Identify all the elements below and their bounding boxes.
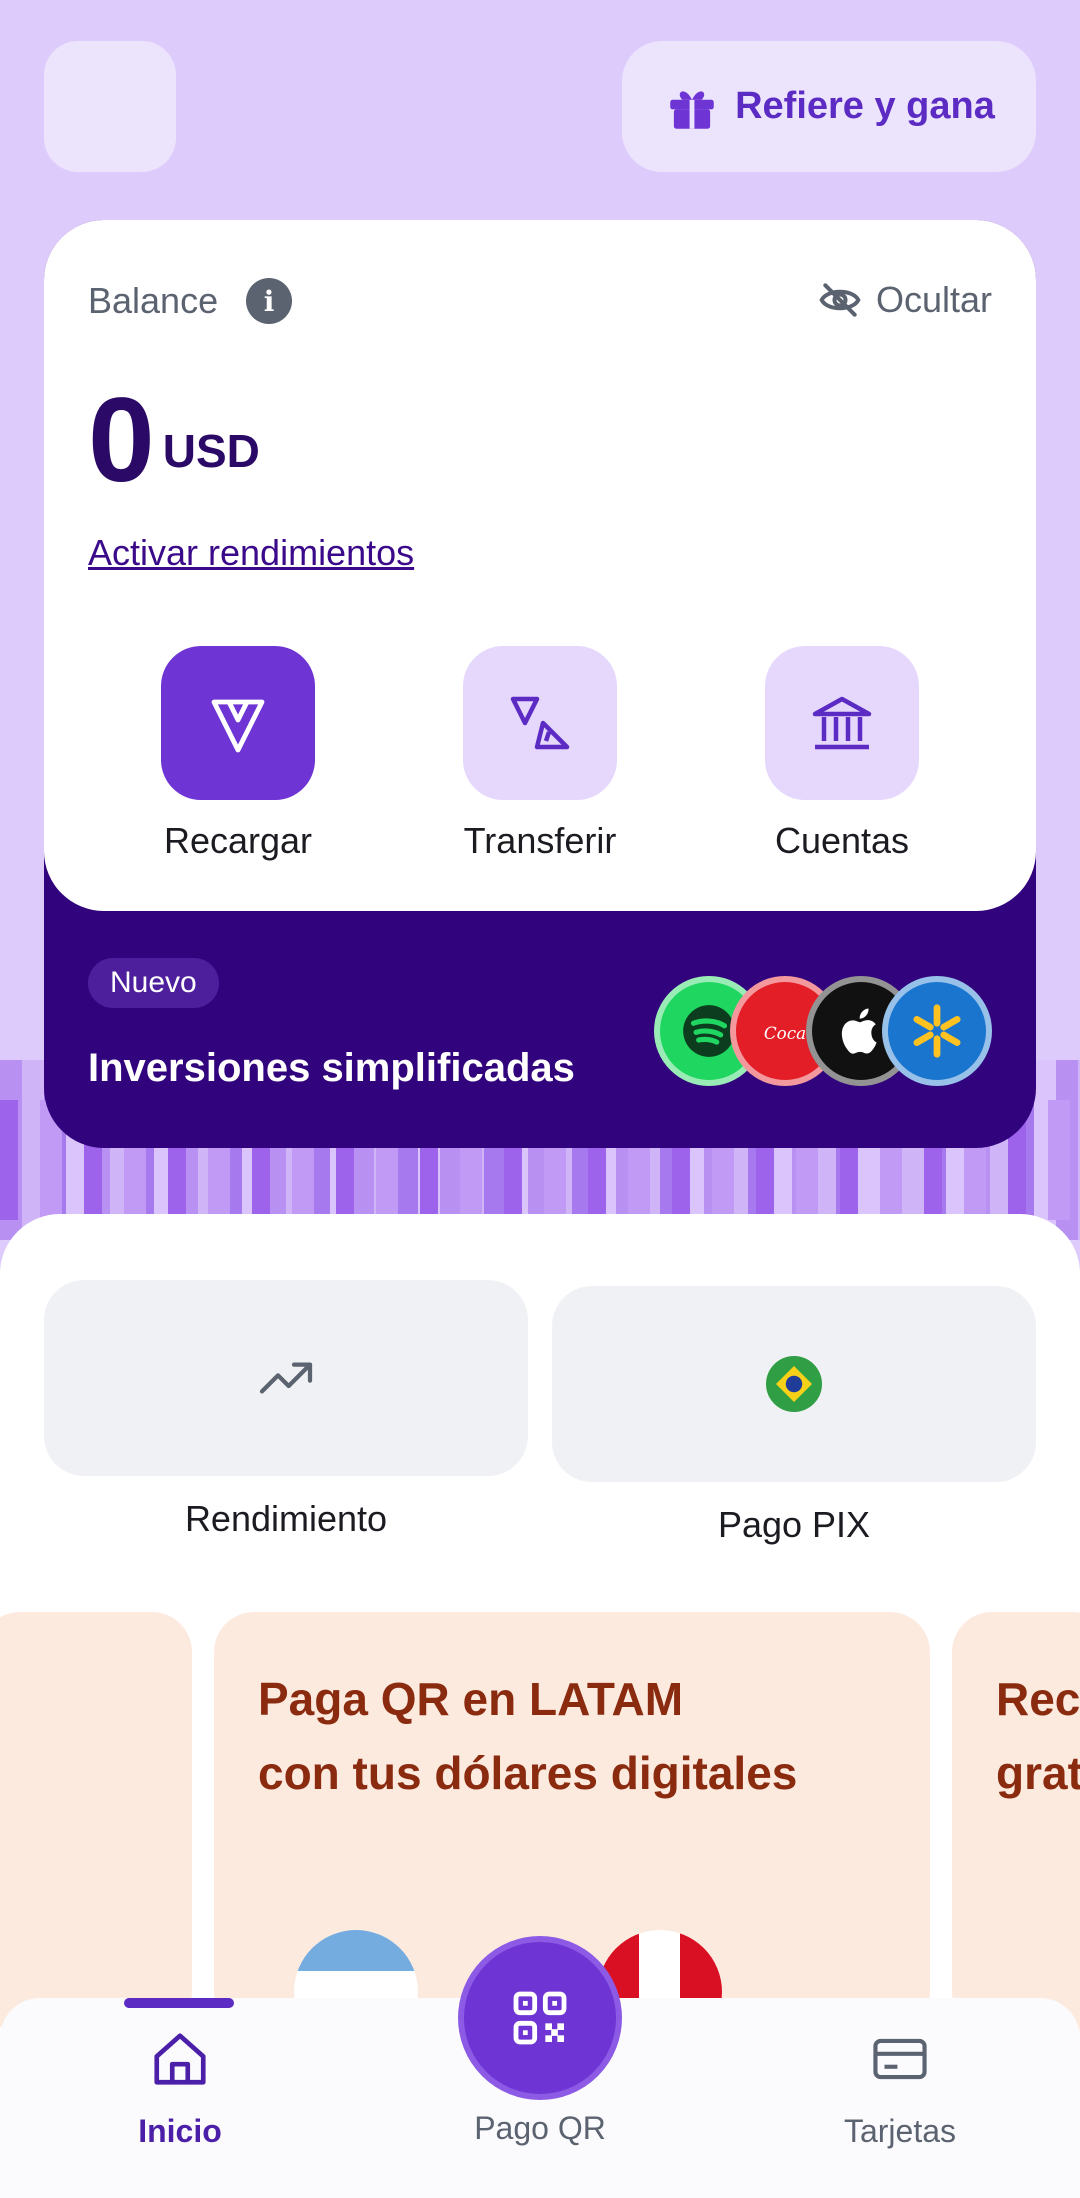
- promo-card-next[interactable]: Rec grat: [952, 1612, 1080, 2032]
- recharge-tile: [161, 646, 315, 800]
- nav-home-label: Inicio: [138, 2113, 222, 2149]
- transfer-button[interactable]: Transferir: [440, 646, 640, 862]
- yield-label: Rendimiento: [184, 1498, 388, 1539]
- accounts-label: Cuentas: [774, 820, 910, 861]
- bank-icon: [812, 696, 872, 750]
- transfer-icon: [510, 696, 570, 750]
- hide-balance-button[interactable]: Ocultar: [818, 278, 992, 322]
- accounts-tile: [765, 646, 919, 800]
- promo-next-title: Rec grat: [996, 1662, 1080, 1810]
- investments-title: Inversiones simplificadas: [88, 1046, 575, 1090]
- recharge-label: Recargar: [163, 820, 313, 861]
- active-tab-indicator: [124, 1998, 234, 2008]
- svg-text:Coca: Coca: [764, 1023, 806, 1043]
- pix-label: Pago PIX: [717, 1504, 871, 1545]
- balance-label: Balance: [88, 280, 219, 321]
- yield-shortcut[interactable]: Rendimiento: [44, 1280, 528, 1540]
- promo-line-1: Paga QR en LATAM: [258, 1673, 684, 1725]
- balance-card: Balance i Ocultar 0 USD Activar rendimie…: [44, 220, 1036, 911]
- brazil-flag-icon: [766, 1356, 822, 1412]
- promo-line-2: con tus dólares digitales: [258, 1747, 798, 1799]
- nav-qr-label: Pago QR: [474, 2110, 606, 2146]
- promo-next-line-1: Rec: [996, 1673, 1080, 1725]
- balance-amount: 0 USD: [88, 380, 260, 500]
- yield-tile: [44, 1280, 528, 1476]
- card-icon: [873, 2038, 927, 2080]
- nav-cards-label: Tarjetas: [843, 2113, 957, 2149]
- pix-shortcut[interactable]: Pago PIX: [552, 1286, 1036, 1546]
- gift-icon: [670, 90, 714, 129]
- promo-next-line-2: grat: [996, 1747, 1080, 1799]
- transfer-label: Transferir: [463, 820, 617, 861]
- info-icon[interactable]: i: [246, 278, 293, 324]
- qr-pay-button[interactable]: [458, 1936, 622, 2100]
- balance-currency: USD: [162, 425, 260, 477]
- pix-tile: [552, 1286, 1036, 1482]
- home-icon: [154, 2033, 206, 2085]
- activate-yield-link[interactable]: Activar rendimientos: [88, 532, 414, 574]
- accounts-button[interactable]: Cuentas: [742, 646, 942, 862]
- eye-off-icon: [819, 283, 861, 317]
- balance-value: 0: [88, 373, 155, 507]
- hide-label: Ocultar: [875, 279, 992, 320]
- qr-code-icon: [513, 1991, 567, 2045]
- avatar[interactable]: [44, 41, 176, 172]
- send-icon: [211, 699, 265, 753]
- recharge-button[interactable]: Recargar: [138, 646, 338, 862]
- promo-title: Paga QR en LATAM con tus dólares digital…: [258, 1662, 797, 1810]
- refer-label: Refiere y gana: [735, 85, 995, 127]
- nav-home[interactable]: Inicio: [80, 2028, 280, 2150]
- new-badge: Nuevo: [88, 958, 219, 1008]
- transfer-tile: [463, 646, 617, 800]
- promo-card-prev[interactable]: [0, 1612, 192, 2032]
- refer-button[interactable]: Refiere y gana: [622, 41, 1036, 172]
- nav-cards[interactable]: Tarjetas: [800, 2028, 1000, 2150]
- walmart-logo-icon: [882, 976, 992, 1086]
- trending-up-icon: [259, 1362, 313, 1394]
